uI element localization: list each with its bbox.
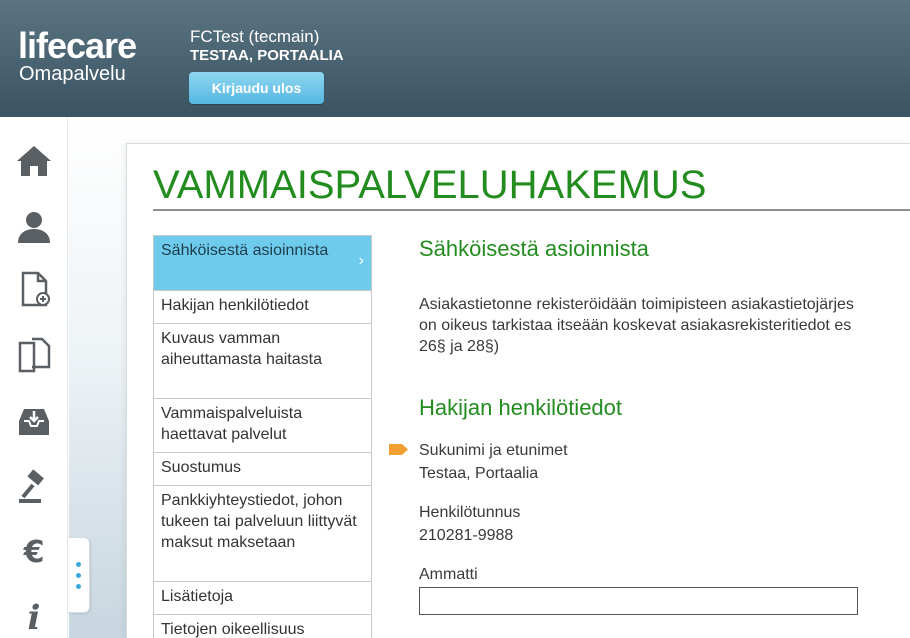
handle-dot bbox=[76, 584, 81, 589]
user-account-name: FCTest (tecmain) bbox=[190, 27, 320, 46]
secnav-item-label: Hakijan henkilötiedot bbox=[161, 297, 309, 314]
secnav-item-label: Vammaispalveluista haettavat palvelut bbox=[161, 405, 303, 443]
documents-icon[interactable] bbox=[10, 331, 58, 379]
secnav-item-applicant-info[interactable]: Hakijan henkilötiedot bbox=[154, 291, 371, 324]
home-icon[interactable] bbox=[10, 137, 58, 185]
ssn-label: Henkilötunnus bbox=[419, 504, 521, 521]
inbox-icon[interactable] bbox=[10, 397, 58, 445]
app-header: lifecare Omapalvelu FCTest (tecmain) TES… bbox=[0, 0, 910, 117]
user-icon[interactable] bbox=[10, 203, 58, 251]
required-marker-icon bbox=[389, 444, 408, 455]
gavel-icon[interactable] bbox=[10, 463, 58, 511]
name-label: Sukunimi ja etunimet bbox=[419, 442, 568, 459]
paragraph-line: on oikeus tarkistaa itseään koskevat asi… bbox=[419, 317, 852, 334]
secnav-item-additional-info[interactable]: Lisätietoja bbox=[154, 582, 371, 615]
secnav-item-label: Lisätietoja bbox=[161, 588, 234, 605]
secnav-item-requested-services[interactable]: Vammaispalveluista haettavat palvelut bbox=[154, 399, 371, 453]
ssn-value: 210281-9988 bbox=[419, 527, 514, 544]
icon-sidebar: € i bbox=[0, 117, 68, 638]
handle-dot bbox=[76, 562, 81, 567]
section-heading-electronic-services: Sähköisestä asioinnista bbox=[419, 236, 649, 261]
info-icon[interactable]: i bbox=[10, 591, 58, 638]
logo-text: lifecare bbox=[18, 25, 137, 66]
occupation-label: Ammatti bbox=[419, 566, 478, 583]
secnav-item-label: Tietojen oikeellisuus bbox=[161, 621, 305, 638]
secnav-item-data-accuracy[interactable]: Tietojen oikeellisuus bbox=[154, 615, 371, 638]
title-divider bbox=[153, 209, 910, 211]
secnav-item-label: Sähköisestä asioinnista bbox=[161, 242, 329, 259]
occupation-input[interactable] bbox=[419, 587, 858, 615]
secnav-item-electronic-services[interactable]: Sähköisestä asioinnista › bbox=[154, 236, 371, 291]
name-value: Testaa, Portaalia bbox=[419, 465, 539, 482]
secnav-item-label: Suostumus bbox=[161, 459, 242, 476]
user-full-name: TESTAA, PORTAALIA bbox=[190, 47, 344, 64]
paragraph-line: 26§ ja 28§) bbox=[419, 338, 500, 355]
handle-dot bbox=[76, 573, 81, 578]
paragraph-line: Asiakastietonne rekisteröidään toimipist… bbox=[419, 296, 854, 313]
privacy-paragraph: Asiakastietonne rekisteröidään toimipist… bbox=[419, 294, 910, 357]
euro-icon[interactable]: € bbox=[10, 527, 58, 575]
secnav-item-bank-details[interactable]: Pankkiyhteystiedot, johon tukeen tai pal… bbox=[154, 486, 371, 582]
logo-subtitle: Omapalvelu bbox=[19, 63, 126, 85]
sidebar-expand-handle[interactable] bbox=[68, 537, 90, 613]
secnav-item-disability-description[interactable]: Kuvaus vamman aiheuttamasta haitasta bbox=[154, 324, 371, 399]
page-title: VAMMAISPALVELUHAKEMUS bbox=[153, 163, 707, 207]
svg-text:€: € bbox=[23, 535, 45, 570]
logout-button[interactable]: Kirjaudu ulos bbox=[189, 72, 324, 104]
chevron-right-icon: › bbox=[358, 252, 364, 269]
section-navigation: Sähköisestä asioinnista › Hakijan henkil… bbox=[153, 235, 372, 638]
secnav-item-label: Pankkiyhteystiedot, johon tukeen tai pal… bbox=[161, 492, 357, 551]
section-heading-applicant-info: Hakijan henkilötiedot bbox=[419, 395, 623, 420]
secnav-item-consent[interactable]: Suostumus bbox=[154, 453, 371, 486]
new-document-icon[interactable] bbox=[10, 265, 58, 313]
secnav-item-label: Kuvaus vamman aiheuttamasta haitasta bbox=[161, 330, 322, 368]
svg-text:i: i bbox=[28, 598, 41, 635]
